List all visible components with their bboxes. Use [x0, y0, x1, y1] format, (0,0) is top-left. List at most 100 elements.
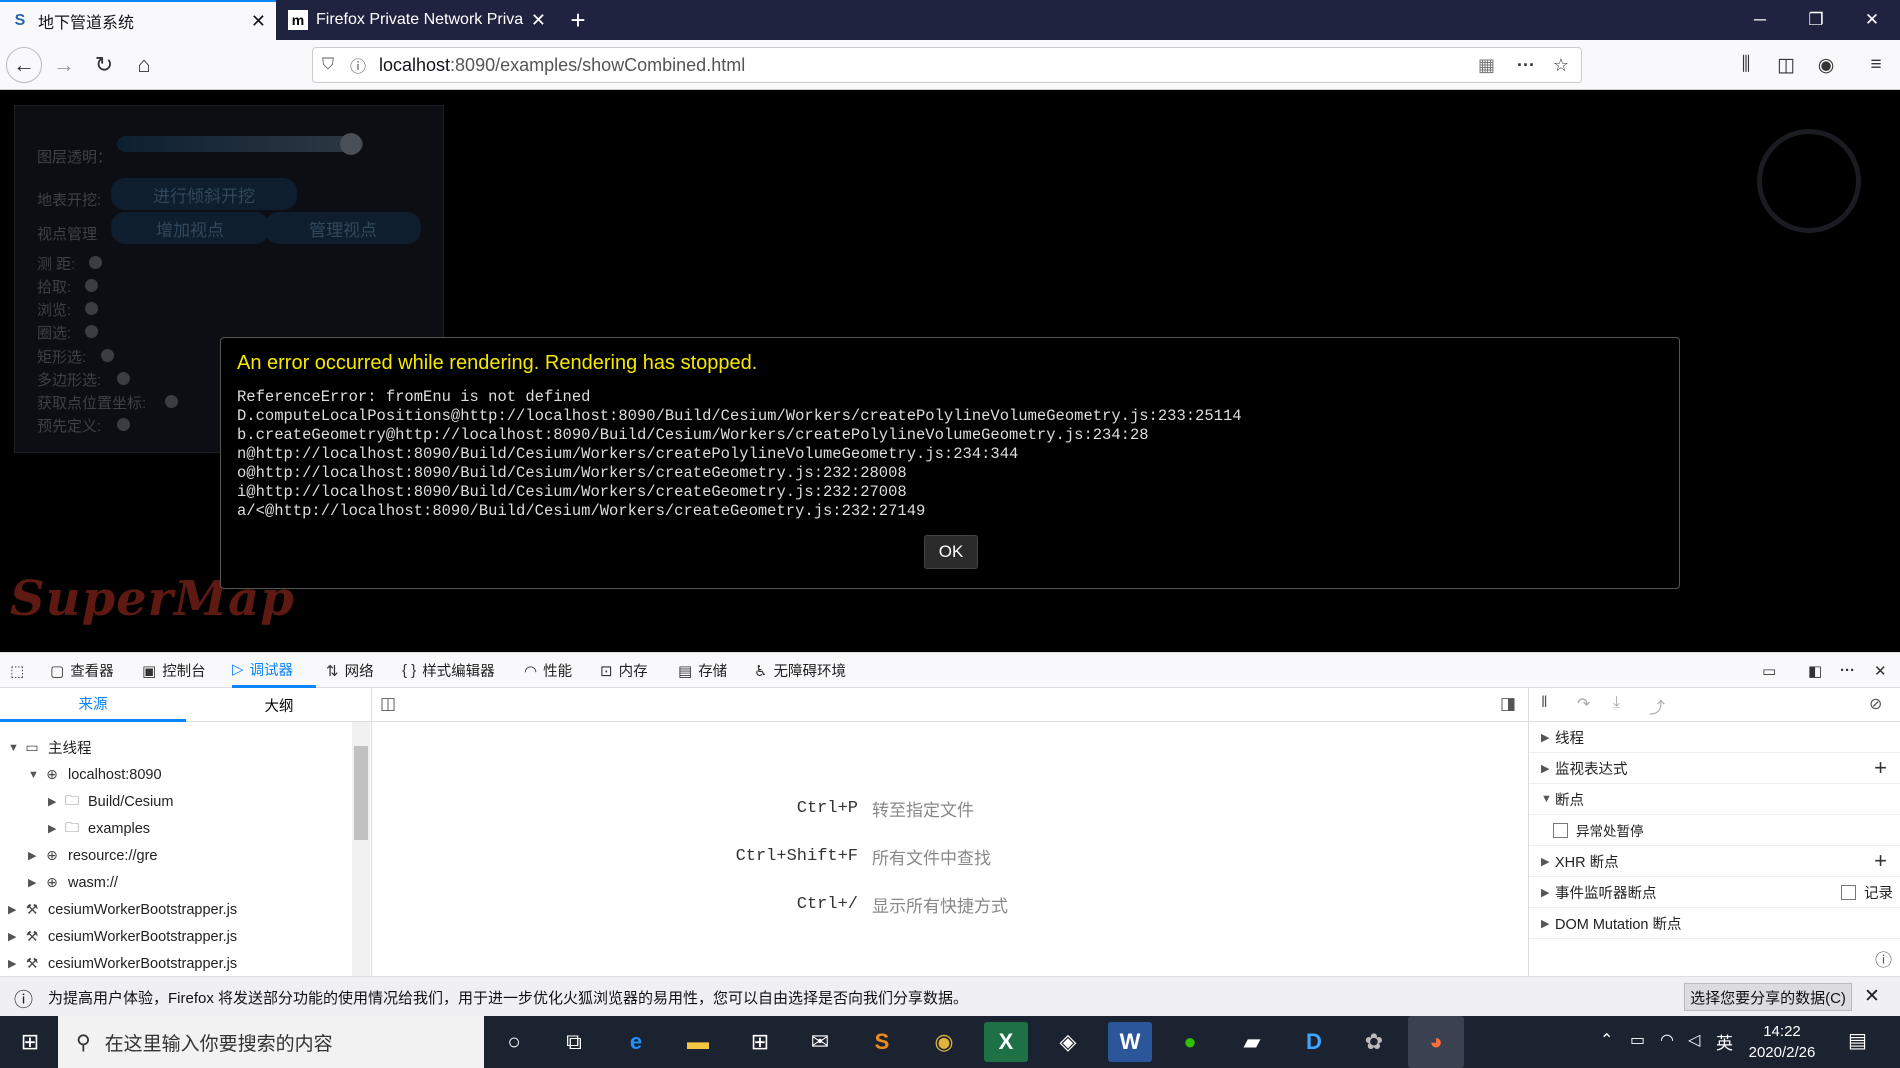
get-coords-radio[interactable]	[165, 395, 178, 408]
tab-underground-pipe[interactable]: S 地下管道系统 ✕	[0, 0, 276, 40]
tab-console[interactable]: ▣ 控制台	[142, 653, 206, 688]
tab-style-editor[interactable]: { } 样式编辑器	[402, 653, 495, 688]
tree-item[interactable]: ▼ ⊕ localhost:8090	[0, 761, 350, 788]
opacity-slider[interactable]	[117, 136, 363, 152]
record-checkbox[interactable]	[1841, 884, 1856, 900]
library-icon[interactable]: ⫼	[1728, 47, 1764, 83]
firefox-icon[interactable]: ◕	[1408, 1016, 1464, 1068]
menu-icon[interactable]: ≡	[1858, 47, 1894, 83]
ok-button[interactable]: OK	[924, 535, 978, 569]
battery-icon[interactable]: ▭	[1630, 1030, 1645, 1050]
dom-mutation-section[interactable]: ▶ DOM Mutation 断点	[1529, 908, 1900, 939]
disable-breakpoints-icon[interactable]: ⊘	[1869, 694, 1882, 714]
taskbar-search[interactable]: ⚲ 在这里输入你要搜索的内容	[58, 1016, 484, 1068]
tab-outline[interactable]: 大纲	[186, 688, 372, 722]
tree-item[interactable]: ▶ ⚒ cesiumWorkerBootstrapper.js	[0, 923, 350, 950]
task-view-icon[interactable]: ⧉	[552, 1022, 596, 1062]
home-icon[interactable]: ⌂	[126, 47, 162, 83]
windows-start-icon[interactable]: ⊞	[8, 1022, 52, 1062]
tab-memory[interactable]: ⊡ 内存	[600, 653, 648, 688]
qr-code-icon[interactable]: ▦	[1478, 55, 1495, 76]
more-options-icon[interactable]: ···	[1840, 653, 1861, 688]
excel-icon[interactable]: X	[984, 1022, 1028, 1062]
scrollbar-thumb[interactable]	[354, 746, 368, 840]
reload-icon[interactable]: ↻	[86, 47, 122, 83]
video-editor-icon[interactable]: ▰	[1230, 1022, 1274, 1062]
url-text[interactable]: localhost:8090/examples/showCombined.htm…	[379, 55, 745, 76]
tree-item[interactable]: ▶ ⊕ resource://gre	[0, 842, 350, 869]
tab-accessibility[interactable]: ♿ 无障碍环境	[754, 653, 846, 688]
tray-overflow-icon[interactable]: ⌃	[1600, 1030, 1613, 1050]
tilt-excavation-button[interactable]: 进行倾斜开挖	[111, 178, 297, 210]
wifi-icon[interactable]: ◠	[1660, 1030, 1674, 1050]
manage-viewpoint-button[interactable]: 管理视点	[265, 212, 421, 244]
event-listener-breakpoints-section[interactable]: ▶ 事件监听器断点 记录	[1529, 877, 1900, 908]
tree-item[interactable]: ▶ ⊕ wasm://	[0, 869, 350, 896]
account-icon[interactable]: ◉	[1808, 47, 1844, 83]
add-viewpoint-button[interactable]: 增加视点	[111, 212, 269, 244]
tree-item[interactable]: ▶ 🗀 Build/Cesium	[0, 788, 350, 815]
tab-sources[interactable]: 来源	[0, 688, 186, 722]
xhr-breakpoints-section[interactable]: ▶ XHR 断点 +	[1529, 846, 1900, 877]
compass-icon[interactable]	[1757, 129, 1861, 233]
clock[interactable]: 14:22 2020/2/26	[1744, 1021, 1820, 1063]
shield-icon[interactable]: ⛉	[313, 56, 343, 74]
tree-item[interactable]: ▼ ▭ 主线程	[0, 734, 350, 761]
measure-distance-radio[interactable]	[89, 256, 102, 269]
chrome-icon[interactable]: ◉	[922, 1022, 966, 1062]
cortana-icon[interactable]: ○	[492, 1022, 536, 1062]
app-icon[interactable]: ◈	[1046, 1022, 1090, 1062]
opacity-slider-handle[interactable]	[339, 133, 362, 155]
watch-section[interactable]: ▶ 监视表达式 +	[1529, 753, 1900, 784]
help-icon[interactable]: ⓘ	[1875, 946, 1892, 971]
record-toggle[interactable]: 记录	[1841, 882, 1893, 903]
close-window-icon[interactable]: ✕	[1844, 0, 1900, 40]
toggle-breakpoints-icon[interactable]: ◨	[1500, 694, 1516, 714]
tab-private-network[interactable]: m Firefox Private Network Priva ✕	[278, 0, 556, 40]
choose-data-button[interactable]: 选择您要分享的数据(C)	[1684, 983, 1852, 1011]
step-in-icon[interactable]: ⤓	[1613, 694, 1620, 712]
notifications-icon[interactable]: ▤	[1848, 1028, 1867, 1053]
dingtalk-icon[interactable]: D	[1292, 1022, 1336, 1062]
page-actions-icon[interactable]: ···	[1517, 55, 1535, 76]
app-icon[interactable]: ✿	[1352, 1022, 1396, 1062]
shortcut-desc[interactable]: 转至指定文件	[872, 796, 974, 821]
file-explorer-icon[interactable]: ▬	[676, 1022, 720, 1062]
browse-radio[interactable]	[85, 302, 98, 315]
step-out-icon[interactable]: ⤴	[1649, 694, 1665, 718]
shortcut-desc[interactable]: 所有文件中查找	[872, 844, 991, 869]
forward-icon[interactable]: →	[46, 47, 82, 83]
tree-item[interactable]: ▶ ⚒ cesiumWorkerBootstrapper.js	[0, 896, 350, 923]
sidebar-icon[interactable]: ◫	[1768, 47, 1804, 83]
tree-item[interactable]: ▶ ⚒ cesiumWorkerBootstrapper.js	[0, 950, 350, 977]
threads-section[interactable]: ▶ 线程	[1529, 722, 1900, 753]
step-over-icon[interactable]: ↷	[1577, 694, 1590, 714]
new-tab-icon[interactable]: +	[562, 4, 594, 36]
dock-icon[interactable]: ◧	[1808, 653, 1828, 688]
tab-inspector[interactable]: ▢ 查看器	[50, 653, 114, 688]
toggle-sources-icon[interactable]: ◫	[380, 694, 396, 714]
pause-icon[interactable]: ‖	[1541, 694, 1548, 712]
predefined-radio[interactable]	[117, 418, 130, 431]
pause-on-exceptions-checkbox[interactable]	[1553, 822, 1568, 838]
cesium-viewer[interactable]: 图层透明： 地表开挖: 进行倾斜开挖 视点管理 增加视点 管理视点 测 距: 拾…	[0, 91, 1900, 652]
close-tab-icon[interactable]: ✕	[251, 11, 266, 32]
responsive-design-icon[interactable]: ▭	[1762, 653, 1782, 688]
close-tab-icon[interactable]: ✕	[531, 10, 546, 31]
mail-icon[interactable]: ✉	[798, 1022, 842, 1062]
wechat-icon[interactable]: ●	[1168, 1022, 1212, 1062]
tree-item[interactable]: ▶ 🗀 examples	[0, 815, 350, 842]
pick-radio[interactable]	[85, 279, 98, 292]
add-xhr-breakpoint-icon[interactable]: +	[1874, 848, 1887, 874]
edge-icon[interactable]: e	[614, 1022, 658, 1062]
tab-storage[interactable]: ▤ 存储	[678, 653, 727, 688]
close-notification-icon[interactable]: ✕	[1864, 985, 1880, 1008]
url-bar[interactable]: ⛉ ⓘ localhost:8090/examples/showCombined…	[312, 47, 1582, 83]
element-picker-icon[interactable]: ⬚	[10, 653, 30, 688]
bookmark-star-icon[interactable]: ☆	[1553, 55, 1569, 76]
rect-select-radio[interactable]	[101, 349, 114, 362]
tab-debugger[interactable]: ▷ 调试器	[232, 653, 316, 688]
restore-icon[interactable]: ❐	[1788, 0, 1844, 40]
store-icon[interactable]: ⊞	[738, 1022, 782, 1062]
polygon-select-radio[interactable]	[117, 372, 130, 385]
